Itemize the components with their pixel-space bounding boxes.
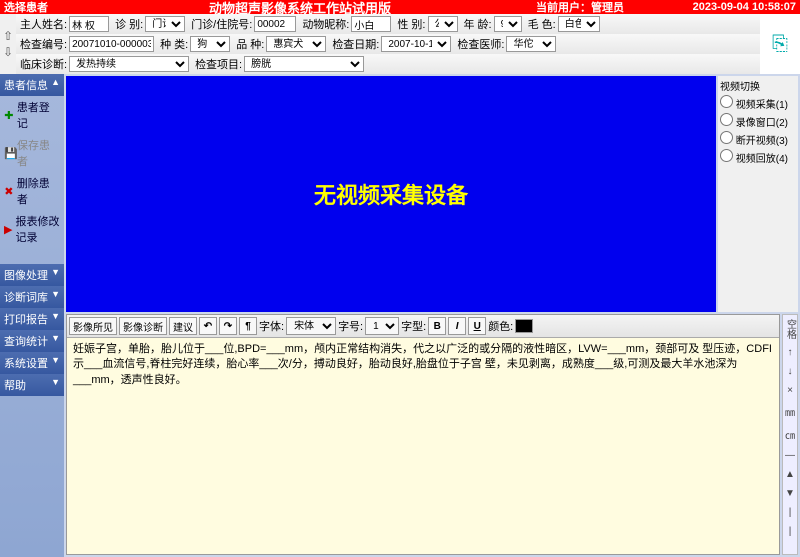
sym-bar1[interactable]: | xyxy=(789,503,792,522)
sex-label: 性 别: xyxy=(397,16,425,32)
age-label: 年 龄: xyxy=(464,16,492,32)
owner-input[interactable] xyxy=(69,16,109,32)
sidebar-hdr-help[interactable]: 帮助▼ xyxy=(0,374,64,396)
sym-tri-down[interactable]: ▼ xyxy=(785,484,795,503)
btn-diagnosis[interactable]: 影像诊断 xyxy=(119,317,167,335)
btn-redo[interactable]: ↷ xyxy=(219,317,237,335)
sidebar-hdr-query[interactable]: 查询统计▼ xyxy=(0,330,64,352)
clindx-label: 临床诊断: xyxy=(20,56,67,72)
btn-paragraph[interactable]: ¶ xyxy=(239,317,257,335)
hair-select[interactable]: 白色 xyxy=(558,16,600,32)
diag-select[interactable]: 门诊 xyxy=(145,16,185,32)
form-row-2: 检查编号: 种 类: 狗 品 种: 惠宾犬 检查日期: 2007-10-10 检… xyxy=(16,34,760,54)
exit-icon[interactable]: ⎘ xyxy=(760,14,800,74)
video-panel: 无视频采集设备 xyxy=(66,76,716,312)
sidebar-hdr-settings[interactable]: 系统设置▼ xyxy=(0,352,64,374)
kind-label: 种 类: xyxy=(160,36,188,52)
exam-no-input[interactable] xyxy=(69,36,154,52)
nickname-input[interactable] xyxy=(351,16,391,32)
color-picker[interactable] xyxy=(515,319,533,333)
exam-date-label: 检查日期: xyxy=(332,36,379,52)
vs-opt-disconnect[interactable]: 断开视频(3) xyxy=(720,131,796,147)
exam-no-label: 检查编号: xyxy=(20,36,67,52)
save-icon: 💾 xyxy=(4,147,14,160)
sidebar-item-register[interactable]: ✚患者登记 xyxy=(0,96,64,134)
item-label: 检查项目: xyxy=(195,56,242,72)
x-icon: ✖ xyxy=(4,185,14,198)
sex-select[interactable]: 公 xyxy=(428,16,458,32)
video-switch-panel: 视频切换 视频采集(1) 录像窗口(2) 断开视频(3) 视频回放(4) xyxy=(718,76,798,312)
current-user: 当前用户：管理员 xyxy=(536,0,646,15)
editor-toolbar: 影像所见 影像诊断 建议 ↶ ↷ ¶ 字体: 宋体 字号: 12 字型: B I… xyxy=(67,315,779,338)
video-switch-title: 视频切换 xyxy=(720,78,796,93)
btn-findings[interactable]: 影像所见 xyxy=(69,317,117,335)
flag-icon: ▶ xyxy=(4,223,12,236)
sidebar-item-delete[interactable]: ✖删除患者 xyxy=(0,172,64,210)
btn-italic[interactable]: I xyxy=(448,317,466,335)
sidebar-hdr-print[interactable]: 打印报告▼ xyxy=(0,308,64,330)
diag-label: 诊 别: xyxy=(115,16,143,32)
kind-select[interactable]: 狗 xyxy=(190,36,230,52)
doctor-label: 检查医师: xyxy=(457,36,504,52)
sym-dash[interactable]: — xyxy=(785,446,795,465)
sym-up[interactable]: ↑ xyxy=(788,343,793,362)
plus-icon: ✚ xyxy=(4,109,14,122)
up-arrow-icon[interactable]: ⇧ xyxy=(0,28,16,44)
down-arrow-icon[interactable]: ⇩ xyxy=(0,44,16,60)
sym-down[interactable]: ↓ xyxy=(788,362,793,381)
font-label: 字体: xyxy=(259,318,284,334)
sidebar-hdr-patient[interactable]: 患者信息▲ xyxy=(0,74,64,96)
sidebar-item-save[interactable]: 💾保存患者 xyxy=(0,134,64,172)
vs-opt-record[interactable]: 录像窗口(2) xyxy=(720,113,796,129)
size-select[interactable]: 12 xyxy=(365,317,399,335)
doctor-select[interactable]: 华佗 xyxy=(506,36,556,52)
symbar-title: 空格 xyxy=(783,315,798,343)
sidebar-hdr-dict[interactable]: 诊断词库▼ xyxy=(0,286,64,308)
sym-cm[interactable]: ㎝ xyxy=(785,423,795,446)
vs-opt-capture[interactable]: 视频采集(1) xyxy=(720,95,796,111)
style-label: 字型: xyxy=(401,318,426,334)
form-row-1: 主人姓名: 诊 别: 门诊 门诊/住院号: 动物昵称: 性 别: 公 年 龄: … xyxy=(16,14,760,34)
btn-underline[interactable]: U xyxy=(468,317,486,335)
owner-label: 主人姓名: xyxy=(20,16,67,32)
size-label: 字号: xyxy=(338,318,363,334)
nickname-label: 动物昵称: xyxy=(302,16,349,32)
breed-label: 品 种: xyxy=(236,36,264,52)
sym-times[interactable]: × xyxy=(787,381,793,400)
sym-bar2[interactable]: | xyxy=(789,522,792,541)
btn-suggestion[interactable]: 建议 xyxy=(169,317,197,335)
btn-undo[interactable]: ↶ xyxy=(199,317,217,335)
select-patient-link[interactable]: 选择患者 xyxy=(4,0,64,15)
chevron-up-icon: ▲ xyxy=(51,77,60,93)
breed-select[interactable]: 惠宾犬 xyxy=(266,36,326,52)
datetime: 2023-09-04 10:58:07 xyxy=(646,1,796,13)
chevron-down-icon: ▼ xyxy=(51,267,60,283)
exam-date-select[interactable]: 2007-10-10 xyxy=(381,36,451,52)
symbol-bar: 空格 ↑ ↓ × ㎜ ㎝ — ▲ ▼ | | xyxy=(782,314,798,555)
video-message: 无视频采集设备 xyxy=(314,178,468,210)
btn-bold[interactable]: B xyxy=(428,317,446,335)
form-row-3: 临床诊断: 发热持续 检查项目: 膀胱 xyxy=(16,54,760,74)
sidebar-hdr-image[interactable]: 图像处理▼ xyxy=(0,264,64,286)
item-select[interactable]: 膀胱 xyxy=(244,56,364,72)
color-label: 颜色: xyxy=(488,318,513,334)
report-editor: 影像所见 影像诊断 建议 ↶ ↷ ¶ 字体: 宋体 字号: 12 字型: B I… xyxy=(66,314,780,555)
sym-tri-up[interactable]: ▲ xyxy=(785,465,795,484)
sidebar: 患者信息▲ ✚患者登记 💾保存患者 ✖删除患者 ▶报表修改记录 图像处理▼ 诊断… xyxy=(0,74,64,557)
clinic-no-label: 门诊/住院号: xyxy=(191,16,252,32)
vs-opt-playback[interactable]: 视频回放(4) xyxy=(720,149,796,165)
report-text[interactable]: 妊娠子宫，单胎，胎儿位于___位,BPD=___mm，颅内正常结构消失，代之以广… xyxy=(67,338,779,554)
font-select[interactable]: 宋体 xyxy=(286,317,336,335)
hair-label: 毛 色: xyxy=(528,16,556,32)
clinic-no-input[interactable] xyxy=(254,16,296,32)
age-select[interactable]: 9 xyxy=(494,16,522,32)
sym-mm[interactable]: ㎜ xyxy=(785,400,795,423)
clindx-select[interactable]: 发热持续 xyxy=(69,56,189,72)
sidebar-item-reportlog[interactable]: ▶报表修改记录 xyxy=(0,210,64,248)
